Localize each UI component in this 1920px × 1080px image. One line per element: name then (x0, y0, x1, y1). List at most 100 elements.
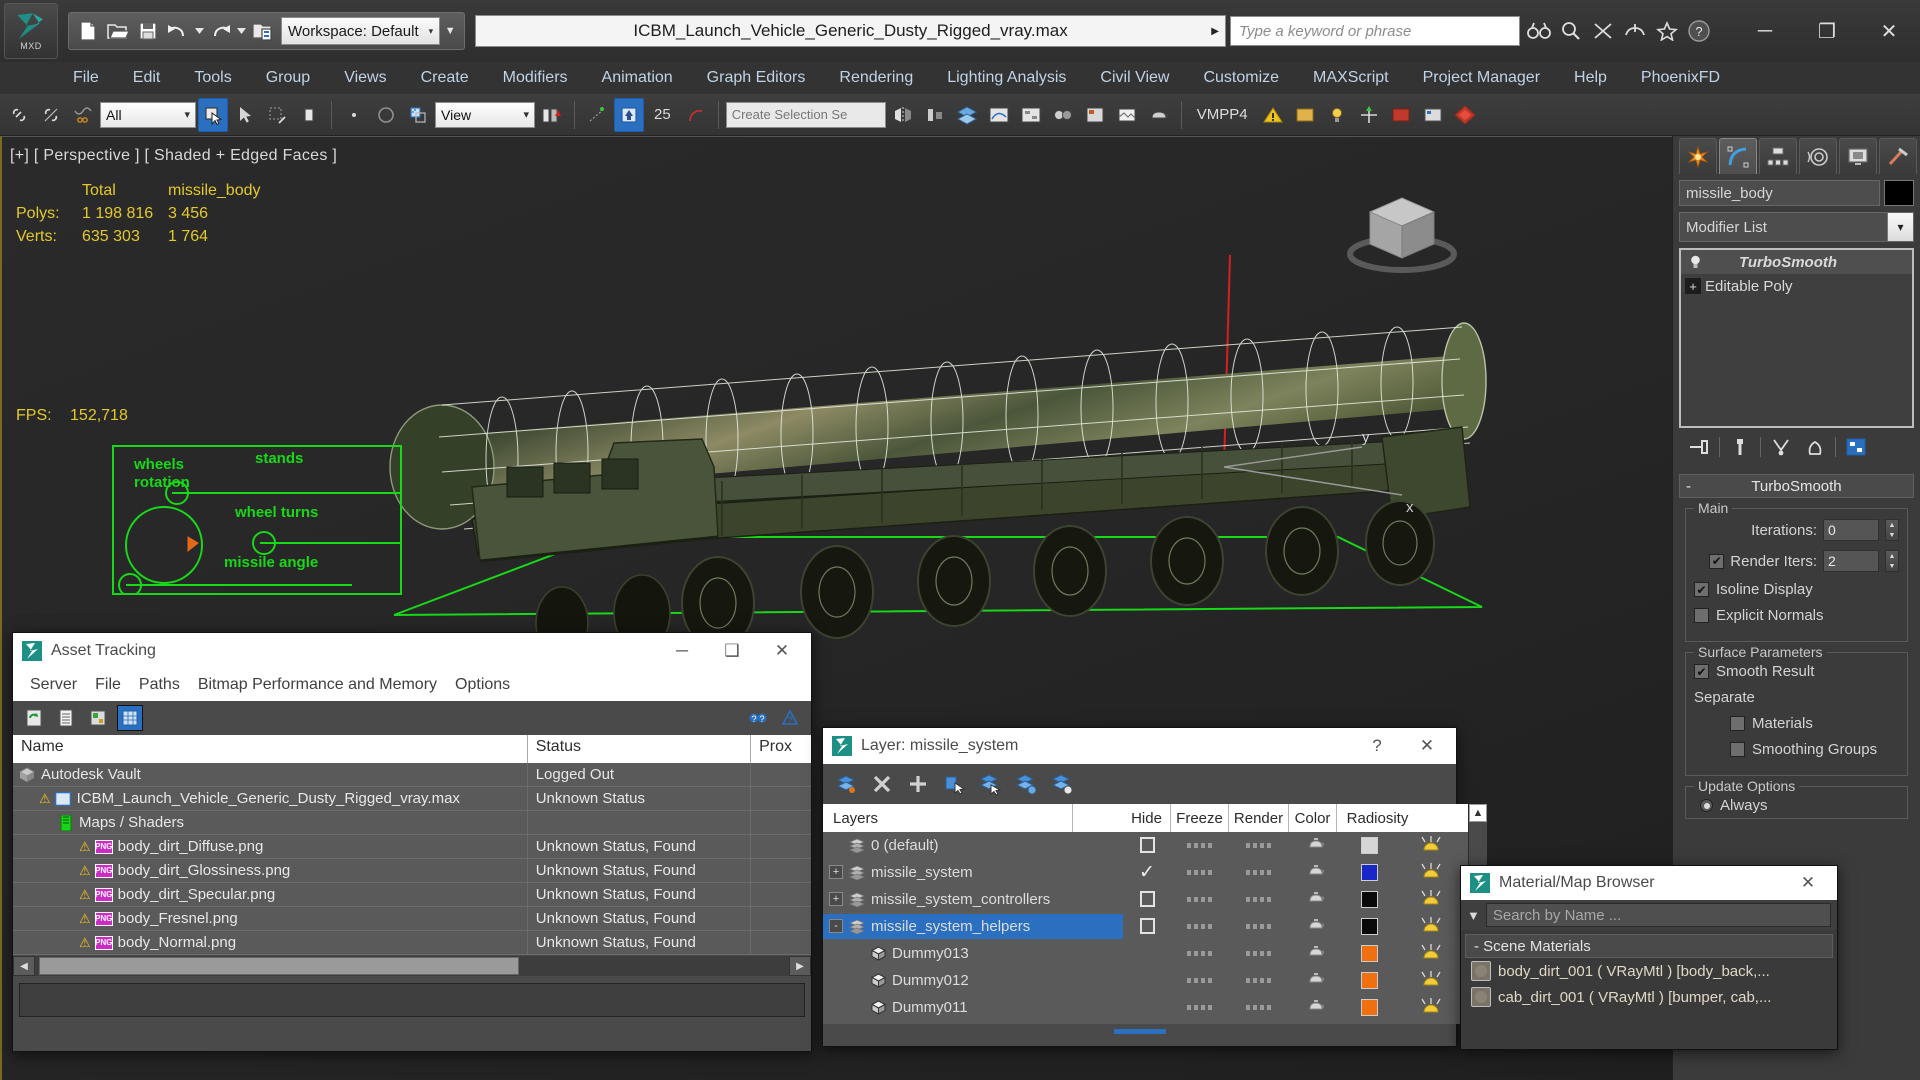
asset-tracking-status-field[interactable] (19, 983, 805, 1017)
mirror-button[interactable] (888, 98, 918, 132)
table-row[interactable]: Maps / Shaders (13, 811, 811, 835)
layer-color-cell[interactable] (1345, 945, 1393, 962)
expand-icon[interactable]: + (829, 892, 843, 906)
update-always-radio[interactable] (1700, 799, 1713, 812)
menu-item-maxscript[interactable]: MAXScript (1296, 62, 1406, 94)
render-iters-value[interactable]: 2 (1823, 550, 1879, 572)
add-selection-icon[interactable] (977, 771, 1003, 797)
layer-radiosity-cell[interactable] (1393, 1022, 1468, 1024)
layer-render-cell[interactable] (1229, 843, 1289, 848)
asset-tracking-titlebar[interactable]: Asset Tracking ─ ❑ ✕ (13, 633, 811, 669)
layer-teapot-cell[interactable] (1289, 943, 1345, 963)
color-swatch[interactable] (1361, 864, 1378, 881)
hierarchy-tab[interactable] (1759, 138, 1797, 174)
layer-window-titlebar[interactable]: Layer: missile_system ? ✕ (823, 728, 1456, 764)
layer-row[interactable]: Dummy013 (823, 940, 1468, 967)
layer-name-cell[interactable]: -missile_system_helpers (823, 914, 1123, 939)
column-header-layers[interactable]: Layers (823, 804, 1073, 832)
menu-item-graph-editors[interactable]: Graph Editors (690, 62, 823, 94)
menu-item-group[interactable]: Group (249, 62, 327, 94)
color-swatch[interactable] (1361, 945, 1378, 962)
show-end-result-button[interactable] (1726, 433, 1754, 461)
color-swatch[interactable] (1361, 837, 1378, 854)
render-toggle[interactable] (1246, 870, 1272, 875)
column-header-color[interactable]: Color (1289, 804, 1337, 832)
create-tab[interactable] (1679, 138, 1717, 174)
motion-tab[interactable] (1799, 138, 1837, 174)
scroll-track[interactable] (35, 956, 789, 976)
freeze-toggle[interactable] (1187, 951, 1213, 956)
layer-teapot-cell[interactable] (1289, 997, 1345, 1017)
undo-button[interactable] (163, 16, 193, 46)
teapot-icon[interactable] (1307, 916, 1327, 936)
table-row[interactable]: ⚠PNGbody_dirt_Glossiness.pngUnknown Stat… (13, 859, 811, 883)
radiosity-icon[interactable] (1420, 887, 1442, 911)
light-bulb-icon[interactable] (1685, 255, 1705, 270)
mmb-search-input[interactable]: Search by Name ... (1486, 903, 1831, 927)
layer-freeze-cell[interactable] (1171, 1005, 1229, 1010)
asset-tracking-minimize[interactable]: ─ (657, 633, 707, 669)
view-cube[interactable] (1342, 182, 1462, 272)
color-swatch[interactable] (1361, 918, 1378, 935)
layer-hide-cell[interactable] (1123, 918, 1171, 934)
freeze-toggle[interactable] (1187, 924, 1213, 929)
rollout-collapse-icon[interactable]: - (1686, 478, 1691, 495)
column-header-prox[interactable]: Prox (751, 735, 811, 763)
layer-color-cell[interactable] (1345, 918, 1393, 935)
radiosity-icon[interactable] (1420, 914, 1442, 938)
layer-freeze-cell[interactable] (1171, 924, 1229, 929)
column-header-radiosity[interactable]: Radiosity (1337, 804, 1418, 832)
scroll-left-button[interactable]: ◀ (13, 956, 35, 976)
thumbnail-view-icon[interactable] (85, 705, 111, 731)
layer-window-resize-handle[interactable] (823, 1024, 1456, 1038)
scroll-right-button[interactable]: ▶ (789, 956, 811, 976)
teapot-icon[interactable] (1307, 997, 1327, 1017)
manipulator-overlay-panel[interactable]: wheels rotation stands wheel turns missi… (112, 445, 402, 595)
layer-color-cell[interactable] (1345, 972, 1393, 989)
configure-modifier-sets-button[interactable] (1842, 433, 1870, 461)
named-selection-set-input[interactable]: Create Selection Se (726, 102, 886, 128)
layer-row[interactable]: 0 (default) (823, 832, 1468, 859)
layer-color-cell[interactable] (1345, 999, 1393, 1016)
menu-item-lighting-analysis[interactable]: Lighting Analysis (930, 62, 1083, 94)
redo-dropdown[interactable] (235, 16, 247, 46)
layer-row[interactable]: -missile_system_helpers (823, 913, 1468, 940)
render-toggle[interactable] (1246, 897, 1272, 902)
teapot-icon[interactable] (1307, 889, 1327, 909)
layer-row[interactable]: Dummy010 (823, 1021, 1468, 1024)
column-header-render[interactable]: Render (1229, 804, 1289, 832)
favorites-star-icon[interactable] (1652, 15, 1682, 47)
layer-window[interactable]: Layer: missile_system ? ✕ Layers Hide Fr… (822, 727, 1457, 1047)
layer-freeze-cell[interactable] (1171, 870, 1229, 875)
render-production-button[interactable] (1144, 98, 1174, 132)
select-object-button[interactable] (198, 98, 228, 132)
rectangular-selection-region-button[interactable] (262, 98, 292, 132)
warning-indicator[interactable] (1258, 98, 1288, 132)
collapse-icon[interactable]: - (829, 919, 843, 933)
current-layer-check-icon[interactable]: ✓ (1139, 861, 1155, 884)
layer-render-cell[interactable] (1229, 1005, 1289, 1010)
phoenixfd-logo-button[interactable] (1450, 98, 1480, 132)
freeze-toggle[interactable] (1187, 978, 1213, 983)
layer-name-cell[interactable]: +missile_system_controllers (823, 887, 1123, 912)
menu-item-customize[interactable]: Customize (1186, 62, 1296, 94)
snaps-toggle-button[interactable] (614, 98, 644, 132)
color-swatch[interactable] (1361, 972, 1378, 989)
color-swatch[interactable] (1361, 891, 1378, 908)
menu-item-file[interactable]: File (56, 62, 116, 94)
new-file-button[interactable] (73, 16, 103, 46)
menu-item-create[interactable]: Create (404, 62, 486, 94)
layer-render-cell[interactable] (1229, 870, 1289, 875)
menu-item-animation[interactable]: Animation (585, 62, 690, 94)
material-editor-button[interactable] (1048, 98, 1078, 132)
open-file-button[interactable] (103, 16, 133, 46)
freeze-toggle[interactable] (1187, 897, 1213, 902)
search-magnifier-icon[interactable] (1556, 15, 1586, 47)
material-map-browser-window[interactable]: Material/Map Browser ✕ ▼ Search by Name … (1460, 865, 1838, 1050)
layer-color-cell[interactable] (1345, 864, 1393, 881)
selection-filter-combo[interactable]: All ▾ (100, 102, 196, 128)
layer-row[interactable]: +missile_system_controllers (823, 886, 1468, 913)
select-and-move-button[interactable] (339, 98, 369, 132)
layer-properties-icon[interactable] (1049, 771, 1075, 797)
color-swatch[interactable] (1361, 999, 1378, 1016)
